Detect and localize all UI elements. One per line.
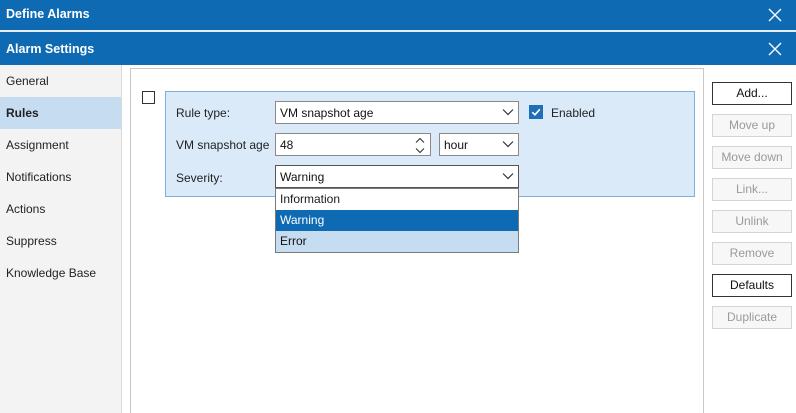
unlink-button[interactable]: Unlink [712,210,792,233]
nav-item-rules[interactable]: Rules [0,97,121,129]
nav-item-suppress[interactable]: Suppress [0,225,121,257]
inner-window-title: Alarm Settings [6,42,95,56]
inner-close-icon[interactable] [768,42,782,56]
snapshot-age-value: 48 [280,138,294,152]
snapshot-age-label: VM snapshot age [176,138,270,152]
outer-window-title: Define Alarms [6,7,90,21]
remove-button[interactable]: Remove [712,242,792,265]
settings-nav: General Rules Assignment Notifications A… [0,65,122,413]
enabled-checkbox[interactable] [529,105,543,119]
inner-title-bar: Alarm Settings [0,32,796,65]
rule-type-value: VM snapshot age [280,106,374,120]
severity-dropdown-list: Information Warning Error [275,188,519,253]
age-unit-select[interactable]: hour [439,133,519,156]
move-up-button[interactable]: Move up [712,114,792,137]
chevron-down-icon [502,139,514,149]
severity-option-warning[interactable]: Warning [276,210,518,231]
spin-up-icon[interactable] [415,137,425,144]
nav-item-general[interactable]: General [0,65,121,97]
add-button[interactable]: Add... [712,82,792,105]
rule-type-label: Rule type: [176,106,231,120]
spin-down-icon[interactable] [415,147,425,154]
nav-item-assignment[interactable]: Assignment [0,129,121,161]
severity-option-information[interactable]: Information [276,189,518,210]
severity-label: Severity: [176,171,223,185]
duplicate-button[interactable]: Duplicate [712,306,792,329]
severity-value: Warning [280,170,325,184]
nav-item-notifications[interactable]: Notifications [0,161,121,193]
defaults-button[interactable]: Defaults [712,274,792,297]
chevron-down-icon [502,171,514,181]
nav-item-knowledge-base[interactable]: Knowledge Base [0,257,121,289]
move-down-button[interactable]: Move down [712,146,792,169]
snapshot-age-stepper[interactable]: 48 [275,133,431,156]
rule-select-checkbox[interactable] [142,91,155,104]
age-unit-value: hour [444,138,469,152]
outer-title-bar: Define Alarms [0,0,796,30]
chevron-down-icon [502,107,514,117]
outer-close-icon[interactable] [768,8,782,22]
nav-item-actions[interactable]: Actions [0,193,121,225]
severity-option-error[interactable]: Error [276,231,518,252]
severity-select[interactable]: Warning [275,165,519,188]
rule-type-select[interactable]: VM snapshot age [275,101,519,124]
enabled-label: Enabled [551,106,596,120]
link-button[interactable]: Link... [712,178,792,201]
